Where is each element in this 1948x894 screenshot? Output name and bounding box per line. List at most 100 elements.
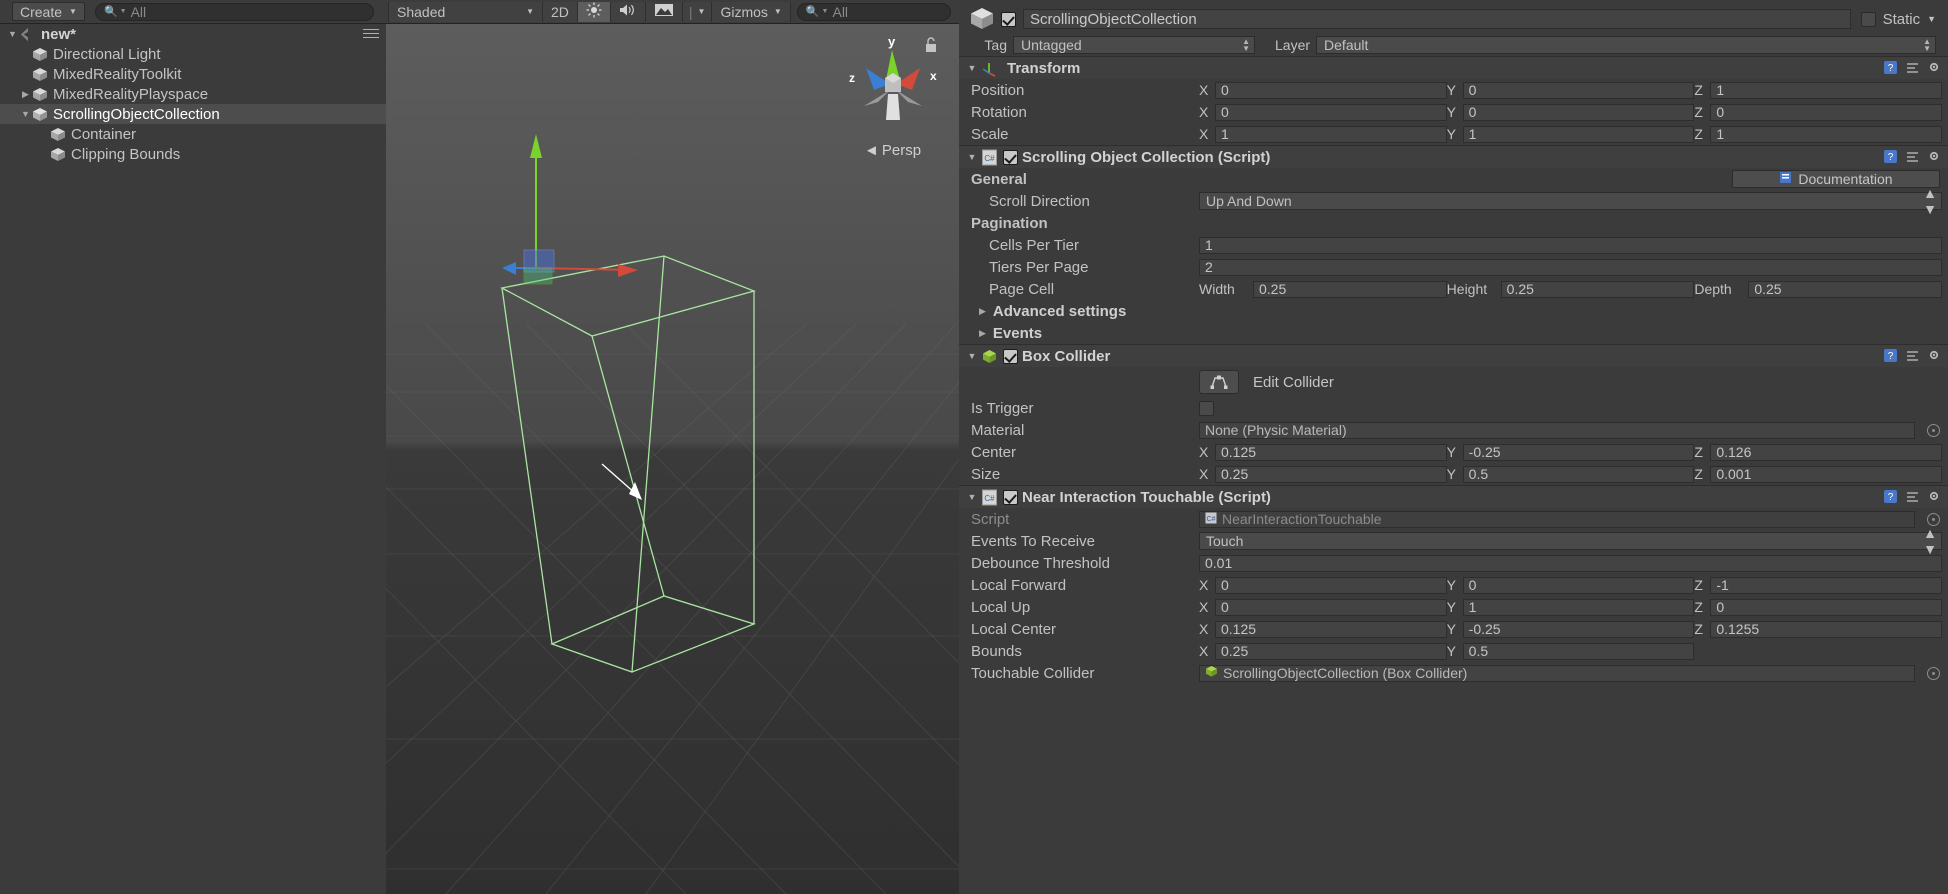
hierarchy-item-clipping-bounds[interactable]: ▶ ▶ Clipping Bounds bbox=[0, 144, 386, 164]
help-icon[interactable]: ? bbox=[1883, 149, 1898, 164]
scrolling-object-collection-header[interactable]: ▼ C# Scrolling Object Collection (Script… bbox=[959, 146, 1948, 168]
hierarchy-item-mixedrealitytoolkit[interactable]: ▶ ▶ MixedRealityToolkit bbox=[0, 64, 386, 84]
chevron-down-icon[interactable]: ▼ bbox=[6, 29, 19, 39]
local-center-y-value[interactable]: -0.25 bbox=[1463, 621, 1695, 638]
create-button[interactable]: Create ▼ bbox=[12, 2, 85, 21]
hierarchy-search-input[interactable]: 🔍 ▼ All bbox=[95, 3, 374, 21]
rotation-z-value[interactable]: 0 bbox=[1710, 104, 1942, 121]
hierarchy-item-container[interactable]: ▶ ▶ Container bbox=[0, 124, 386, 144]
scene-search-input[interactable]: 🔍 ▼ All bbox=[797, 3, 951, 21]
scale-x-value[interactable]: 1 bbox=[1215, 126, 1447, 143]
scale-z-value[interactable]: 1 bbox=[1710, 126, 1942, 143]
local-forward-z[interactable]: Z-1 bbox=[1694, 577, 1942, 594]
hierarchy-item-mixedrealityplayspace[interactable]: ▶ ▶ MixedRealityPlayspace bbox=[0, 84, 386, 104]
debounce-threshold-input[interactable]: 0.01 bbox=[1199, 555, 1942, 572]
help-icon[interactable]: ? bbox=[1883, 60, 1898, 75]
chevron-down-icon[interactable]: ▼ bbox=[965, 63, 979, 73]
local-up-x-value[interactable]: 0 bbox=[1215, 599, 1447, 616]
transform-header[interactable]: ▼ Transform ? bbox=[959, 57, 1948, 79]
advanced-settings-foldout[interactable]: ▶ Advanced settings bbox=[959, 300, 1948, 322]
position-y[interactable]: Y0 bbox=[1447, 82, 1695, 99]
scale-z[interactable]: Z1 bbox=[1694, 126, 1942, 143]
box-collider-header[interactable]: ▼ Box Collider ? bbox=[959, 345, 1948, 367]
scale-y-value[interactable]: 1 bbox=[1463, 126, 1695, 143]
gear-icon[interactable] bbox=[1927, 348, 1942, 363]
position-x[interactable]: X0 bbox=[1199, 82, 1447, 99]
position-y-value[interactable]: 0 bbox=[1463, 82, 1695, 99]
bounds-x-value[interactable]: 0.25 bbox=[1215, 643, 1447, 660]
hierarchy-item-scrollingobjectcollection[interactable]: ▶ ▼ ScrollingObjectCollection bbox=[0, 104, 386, 124]
hierarchy-options-icon[interactable] bbox=[363, 29, 379, 40]
gear-icon[interactable] bbox=[1927, 149, 1942, 164]
chevron-right-icon[interactable]: ▶ bbox=[19, 89, 32, 100]
size-y[interactable]: Y0.5 bbox=[1447, 466, 1695, 483]
is-trigger-checkbox[interactable] bbox=[1199, 401, 1214, 416]
position-z-value[interactable]: 1 bbox=[1710, 82, 1942, 99]
local-forward-x[interactable]: X0 bbox=[1199, 577, 1447, 594]
scene-effects-toggle[interactable] bbox=[646, 2, 683, 22]
gizmos-dropdown[interactable]: Gizmos ▼ bbox=[712, 2, 790, 22]
scroll-direction-dropdown[interactable]: Up And Down ▲▼ bbox=[1199, 192, 1942, 210]
rotation-y-value[interactable]: 0 bbox=[1463, 104, 1695, 121]
documentation-button[interactable]: Documentation bbox=[1732, 170, 1940, 188]
help-icon[interactable]: ? bbox=[1883, 348, 1898, 363]
scale-y[interactable]: Y1 bbox=[1447, 126, 1695, 143]
shading-mode-dropdown[interactable]: Shaded ▼ bbox=[388, 2, 543, 22]
bounds-x[interactable]: X0.25 bbox=[1199, 643, 1447, 660]
toggle-2d-button[interactable]: 2D bbox=[543, 2, 578, 22]
chevron-down-icon[interactable]: ▼ bbox=[1927, 14, 1936, 24]
page-cell-height-value[interactable]: 0.25 bbox=[1501, 281, 1695, 298]
static-toggle-group[interactable]: Static ▼ bbox=[1861, 11, 1936, 28]
preset-icon[interactable] bbox=[1905, 60, 1920, 75]
scene-effects-dropdown[interactable]: | ▼ bbox=[683, 2, 713, 22]
perspective-label[interactable]: ◄Persp bbox=[864, 142, 921, 159]
size-y-value[interactable]: 0.5 bbox=[1463, 466, 1695, 483]
size-z[interactable]: Z0.001 bbox=[1694, 466, 1942, 483]
tag-dropdown[interactable]: Untagged ▲▼ bbox=[1013, 36, 1255, 54]
chevron-down-icon[interactable]: ▼ bbox=[19, 109, 32, 119]
center-y[interactable]: Y-0.25 bbox=[1447, 444, 1695, 461]
hierarchy-item-directional-light[interactable]: ▶ ▶ Directional Light bbox=[0, 44, 386, 64]
local-forward-z-value[interactable]: -1 bbox=[1710, 577, 1942, 594]
local-up-z[interactable]: Z0 bbox=[1694, 599, 1942, 616]
page-cell-depth-value[interactable]: 0.25 bbox=[1748, 281, 1942, 298]
material-object-field[interactable]: None (Physic Material) bbox=[1199, 422, 1915, 439]
hierarchy-scene-row[interactable]: ▼ new* bbox=[0, 24, 386, 44]
scene-audio-toggle[interactable] bbox=[611, 2, 646, 22]
bounds-y-value[interactable]: 0.5 bbox=[1463, 643, 1695, 660]
box-collider-enabled-checkbox[interactable] bbox=[1003, 349, 1018, 364]
page-cell-width-value[interactable]: 0.25 bbox=[1253, 281, 1447, 298]
local-forward-y[interactable]: Y0 bbox=[1447, 577, 1695, 594]
layer-dropdown[interactable]: Default ▲▼ bbox=[1316, 36, 1936, 54]
page-cell-width[interactable]: Width 0.25 bbox=[1199, 281, 1447, 298]
gear-icon[interactable] bbox=[1927, 60, 1942, 75]
chevron-down-icon[interactable]: ▼ bbox=[965, 492, 979, 502]
local-up-y-value[interactable]: 1 bbox=[1463, 599, 1695, 616]
local-center-y[interactable]: Y-0.25 bbox=[1447, 621, 1695, 638]
lock-icon[interactable] bbox=[924, 36, 938, 54]
local-center-x[interactable]: X0.125 bbox=[1199, 621, 1447, 638]
rotation-x-value[interactable]: 0 bbox=[1215, 104, 1447, 121]
local-center-z-value[interactable]: 0.1255 bbox=[1710, 621, 1942, 638]
center-x-value[interactable]: 0.125 bbox=[1215, 444, 1447, 461]
local-center-x-value[interactable]: 0.125 bbox=[1215, 621, 1447, 638]
center-z[interactable]: Z0.126 bbox=[1694, 444, 1942, 461]
center-y-value[interactable]: -0.25 bbox=[1463, 444, 1695, 461]
scrolling-object-collection-enabled-checkbox[interactable] bbox=[1003, 150, 1018, 165]
cells-per-tier-input[interactable]: 1 bbox=[1199, 237, 1942, 254]
scale-x[interactable]: X1 bbox=[1199, 126, 1447, 143]
chevron-down-icon[interactable]: ▼ bbox=[965, 351, 979, 361]
size-z-value[interactable]: 0.001 bbox=[1710, 466, 1942, 483]
near-interaction-touchable-enabled-checkbox[interactable] bbox=[1003, 490, 1018, 505]
size-x[interactable]: X0.25 bbox=[1199, 466, 1447, 483]
rotation-x[interactable]: X0 bbox=[1199, 104, 1447, 121]
center-z-value[interactable]: 0.126 bbox=[1710, 444, 1942, 461]
gameobject-enabled-checkbox[interactable] bbox=[1001, 12, 1016, 27]
page-cell-depth[interactable]: Depth 0.25 bbox=[1694, 281, 1942, 298]
help-icon[interactable]: ? bbox=[1883, 489, 1898, 504]
scene-lighting-toggle[interactable] bbox=[578, 2, 611, 22]
object-picker-icon[interactable] bbox=[1927, 424, 1940, 437]
preset-icon[interactable] bbox=[1905, 348, 1920, 363]
local-up-x[interactable]: X0 bbox=[1199, 599, 1447, 616]
position-x-value[interactable]: 0 bbox=[1215, 82, 1447, 99]
